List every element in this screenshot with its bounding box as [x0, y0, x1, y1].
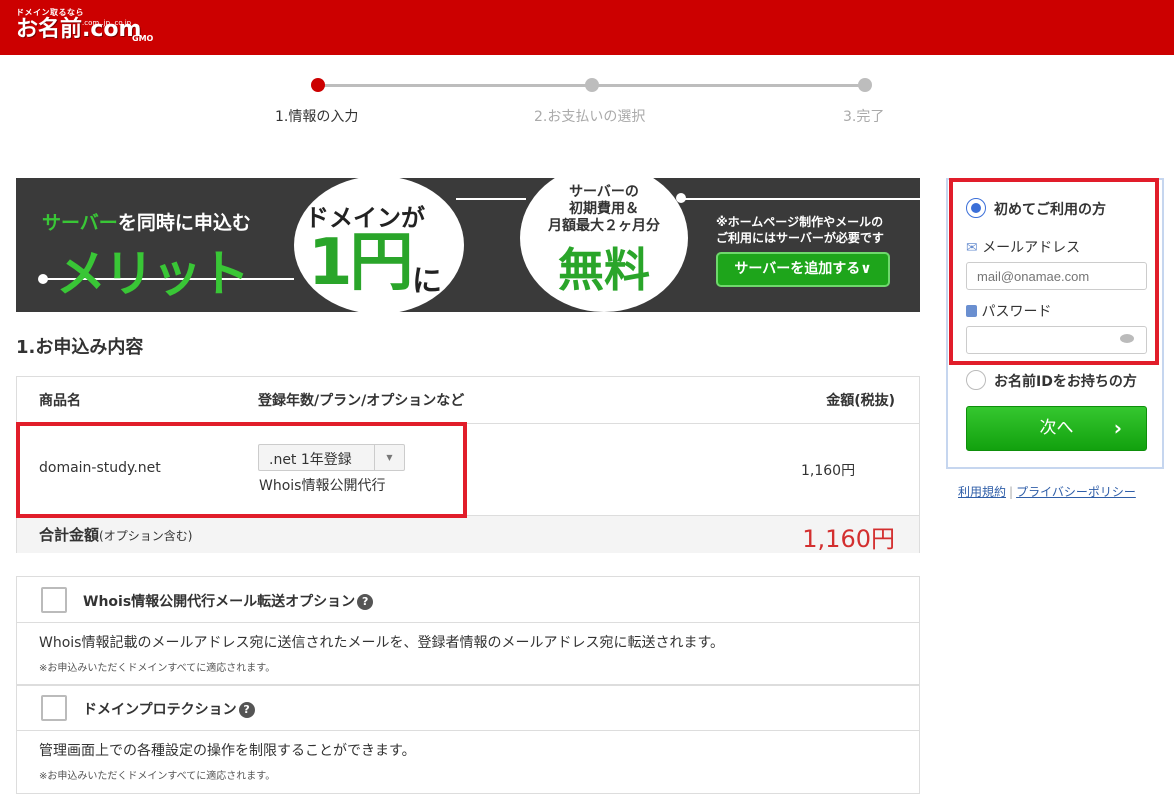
chevron-right-icon: › [1113, 416, 1122, 440]
row-price: 1,160円 [801, 463, 856, 479]
link-separator: | [1009, 485, 1014, 499]
option-checkbox[interactable] [41, 587, 67, 613]
step-connector-2 [592, 84, 865, 87]
step-dot-3 [858, 78, 872, 92]
has-id-label: お名前IDをお持ちの方 [994, 374, 1137, 390]
total-value: 1,160円 [802, 525, 895, 553]
col-price: 金額(税抜) [826, 393, 895, 409]
col-plan: 登録年数/プラン/オプションなど [258, 393, 465, 409]
option-header: Whois情報公開代行メール転送オプション? [17, 577, 919, 623]
add-server-button[interactable]: サーバーを追加する∨ [716, 252, 890, 287]
banner-free: 無料 [558, 243, 650, 297]
option-whois-forward: Whois情報公開代行メール転送オプション? Whois情報記載のメールアドレス… [16, 576, 920, 686]
total-label: 合計金額(オプション含む) [39, 526, 193, 544]
banner-price: 1円 [308, 226, 414, 300]
option-note: ※お申込みいただくドメインすべてに適応されます。 [39, 663, 276, 674]
col-product: 商品名 [39, 393, 81, 409]
terms-link[interactable]: 利用規約 [958, 485, 1006, 499]
highlight-box-order [16, 422, 467, 518]
next-button-label: 次へ [1039, 418, 1074, 438]
option-description: 管理画面上での各種設定の操作を制限することができます。 [39, 743, 416, 759]
site-header: ドメイン取るなら お名前.com .com .jp .co.jp GMO [0, 0, 1174, 55]
option-title: Whois情報公開代行メール転送オプション? [83, 591, 374, 611]
banner-headline: サーバーを同時に申込む [42, 212, 251, 234]
server-promo-banner[interactable]: サーバーを同時に申込む メリット ドメインが 1円 に サーバーの 初期費用＆ … [16, 178, 920, 312]
banner-server-text: サーバーの 初期費用＆ 月額最大２ヶ月分 [548, 184, 660, 234]
option-description: Whois情報記載のメールアドレス宛に送信されたメールを、登録者情報のメールアド… [39, 635, 725, 651]
option-checkbox[interactable] [41, 695, 67, 721]
section-title: 1.お申込み内容 [16, 337, 144, 358]
banner-merit: メリット [56, 245, 250, 303]
option-header: ドメインプロテクション? [17, 685, 919, 731]
logo-gmo: GMO [132, 34, 154, 43]
step-label-3: 3.完了 [843, 109, 885, 125]
option-note: ※お申込みいただくドメインすべてに適応されます。 [39, 771, 276, 782]
step-label-1: 1.情報の入力 [275, 109, 359, 125]
banner-price-suffix: に [412, 264, 442, 299]
banner-node-left [38, 274, 48, 284]
banner-note: ※ホームページ制作やメールの ご利用にはサーバーが必要です [716, 215, 884, 245]
option-domain-protection: ドメインプロテクション? 管理画面上での各種設定の操作を制限することができます。… [16, 684, 920, 794]
step-dot-2 [585, 78, 599, 92]
step-connector-1 [318, 84, 592, 87]
has-id-radio[interactable] [966, 370, 986, 390]
option-title: ドメインプロテクション? [83, 699, 255, 719]
help-icon[interactable]: ? [238, 702, 255, 718]
banner-line-mid [456, 198, 526, 200]
step-dot-1 [311, 78, 325, 92]
table-header: 商品名 登録年数/プラン/オプションなど 金額(税抜) [17, 377, 919, 424]
privacy-link[interactable]: プライバシーポリシー [1016, 485, 1136, 499]
next-button[interactable]: 次へ › [966, 406, 1147, 451]
footer-links: 利用規約 | プライバシーポリシー [958, 483, 1136, 500]
onamae-logo[interactable]: ドメイン取るなら お名前.com .com .jp .co.jp GMO [16, 8, 153, 43]
step-label-2: 2.お支払いの選択 [534, 109, 646, 125]
logo-tlds: .com .jp .co.jp [82, 19, 132, 27]
help-icon[interactable]: ? [357, 594, 374, 610]
total-row: 合計金額(オプション含む) 1,160円 [17, 515, 919, 553]
highlight-box-login [949, 178, 1159, 365]
banner-line-right [684, 198, 920, 200]
